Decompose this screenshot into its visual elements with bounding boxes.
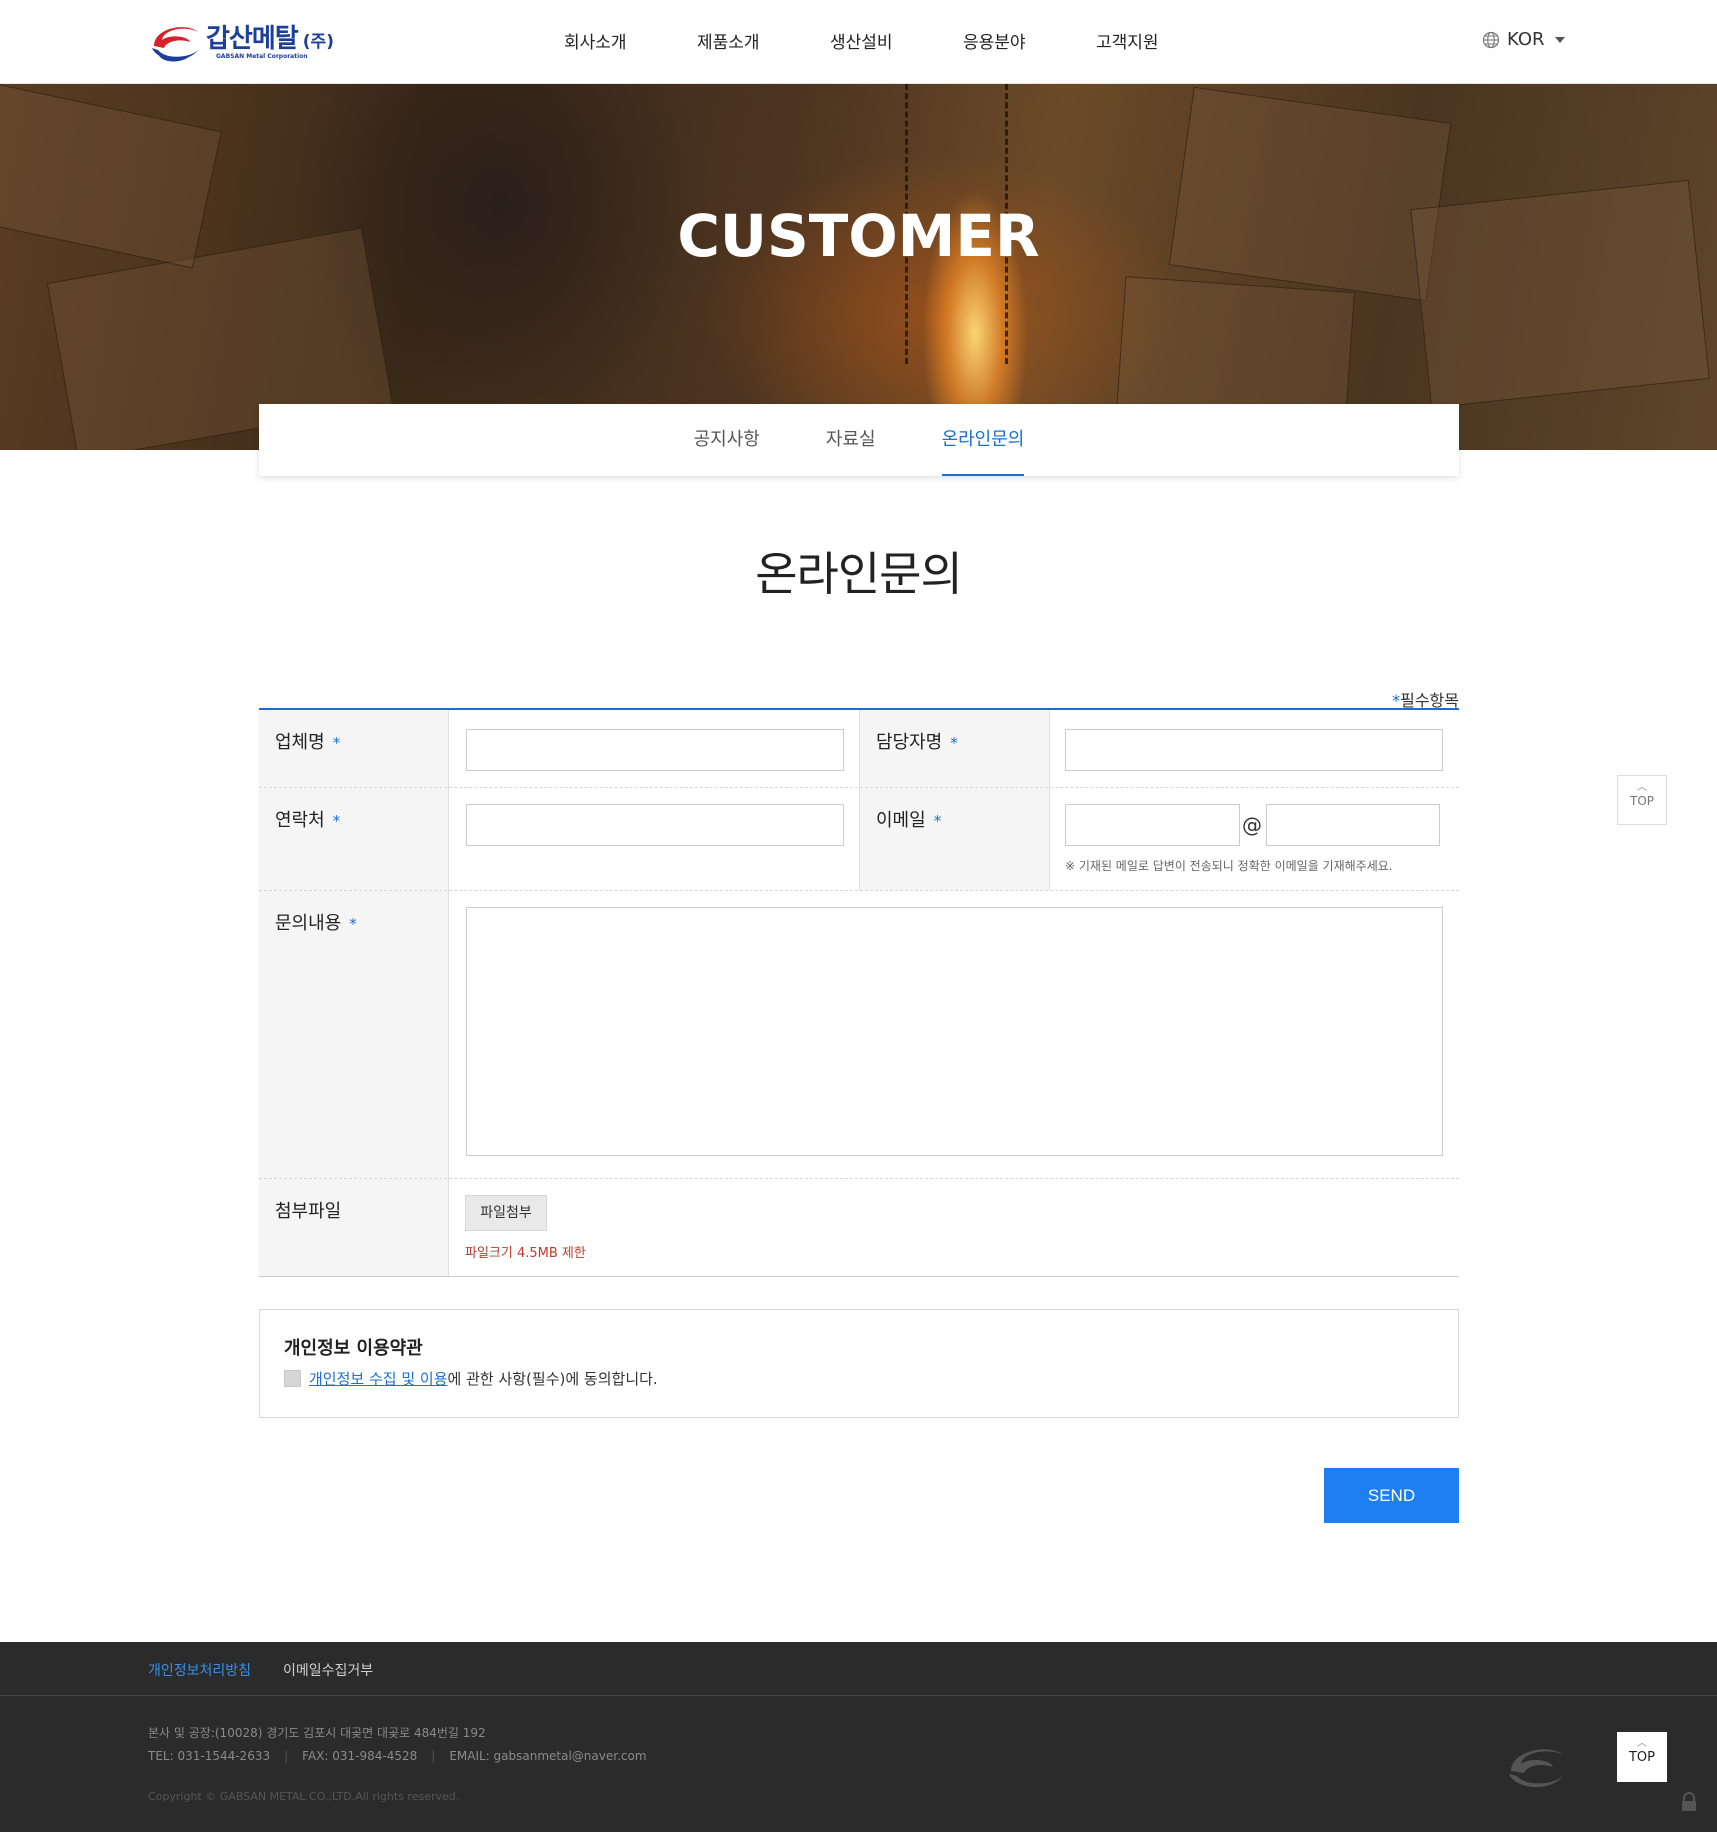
hero-title: CUSTOMER <box>677 202 1040 270</box>
required-star: * <box>349 915 357 933</box>
file-attach-button[interactable]: 파일첨부 <box>465 1195 547 1231</box>
nav-item-company[interactable]: 회사소개 <box>564 28 697 53</box>
tab-archive[interactable]: 자료실 <box>826 404 876 476</box>
footer-tel: TEL: 031-1544-2633 <box>148 1749 271 1763</box>
chevron-up-icon: ︿ <box>1637 1738 1647 1749</box>
content-label-cell: 문의내용 * <box>259 891 448 1178</box>
send-button[interactable]: SEND <box>1324 1468 1459 1523</box>
file-label: 첨부파일 <box>275 1201 342 1222</box>
footer-scroll-top-label: TOP <box>1628 1750 1655 1765</box>
lock-icon <box>1682 1792 1696 1811</box>
column-divider <box>1049 710 1050 890</box>
separator: | <box>431 1749 436 1763</box>
email-refusal-link[interactable]: 이메일수집거부 <box>283 1660 373 1680</box>
language-selector[interactable]: KOR <box>1482 29 1565 50</box>
footer-logo-icon <box>1509 1749 1563 1788</box>
email-label-cell: 이메일 * <box>860 788 1050 890</box>
footer-fax: FAX: 031-984-4528 <box>302 1749 418 1763</box>
privacy-consent-text: 개인정보 수집 및 이용에 관한 사항(필수)에 동의합니다. <box>309 1368 658 1389</box>
privacy-checkbox[interactable] <box>284 1370 301 1387</box>
manager-label-cell: 담당자명 * <box>860 710 1050 787</box>
logo-name: 갑산메탈 <box>206 23 299 54</box>
required-star: * <box>950 734 958 752</box>
tab-notice[interactable]: 공지사항 <box>694 404 760 476</box>
scroll-top-button[interactable]: ︿ TOP <box>1617 775 1667 825</box>
hero-banner: CUSTOMER <box>0 84 1717 450</box>
separator: | <box>284 1749 289 1763</box>
footer-copyright: Copyright © GABSAN METAL CO.,LTD.All rig… <box>148 1790 460 1803</box>
company-label-cell: 업체명 * <box>259 710 448 787</box>
column-divider <box>448 710 449 1276</box>
required-star: * <box>332 812 341 830</box>
company-logo[interactable]: 갑산메탈 (주) GABSAN Metal Corporation <box>148 17 338 67</box>
email-at-sign: @ <box>1242 813 1262 837</box>
column-divider <box>859 710 860 890</box>
main-nav: 회사소개 제품소개 생산설비 응용분야 고객지원 <box>564 28 1229 53</box>
logo-corp: (주) <box>302 31 334 52</box>
chevron-up-icon: ︿ <box>1637 782 1647 793</box>
nav-item-support[interactable]: 고객지원 <box>1096 28 1229 53</box>
privacy-title: 개인정보 이용약관 <box>284 1338 423 1359</box>
privacy-agreement-box: 개인정보 이용약관 개인정보 수집 및 이용에 관한 사항(필수)에 동의합니다… <box>259 1309 1459 1418</box>
privacy-policy-footer-link[interactable]: 개인정보처리방침 <box>148 1660 251 1680</box>
email-note: ※ 기재된 메일로 답변이 전송되니 정확한 이메일을 기재해주세요. <box>1065 859 1393 873</box>
privacy-policy-link[interactable]: 개인정보 수집 및 이용 <box>309 1370 448 1388</box>
required-star: * <box>933 812 942 830</box>
required-star: * <box>332 734 341 752</box>
privacy-consent-rest: 에 관한 사항(필수)에 동의합니다. <box>447 1370 658 1388</box>
logo-mark-icon <box>152 27 198 62</box>
file-size-note: 파일크기 4.5MB 제한 <box>465 1246 586 1261</box>
contact-input[interactable] <box>466 804 844 846</box>
email-domain-input[interactable] <box>1266 804 1440 846</box>
scroll-top-label: TOP <box>1629 794 1654 808</box>
footer-scroll-top-button[interactable]: ︿ TOP <box>1617 1732 1667 1782</box>
footer-contact: TEL: 031-1544-2633 | FAX: 031-984-4528 | EMA… <box>148 1749 647 1763</box>
contact-label-cell: 연락처 * <box>259 788 448 890</box>
site-header: 갑산메탈 (주) GABSAN Metal Corporation 회사소개 제… <box>0 0 1717 84</box>
globe-icon <box>1482 31 1500 48</box>
email-label: 이메일 <box>876 810 926 831</box>
language-label: KOR <box>1507 29 1545 50</box>
footer-links: 개인정보처리방침 이메일수집거부 <box>0 1642 1717 1696</box>
content-label: 문의내용 <box>275 913 342 934</box>
content-textarea[interactable] <box>466 907 1443 1156</box>
site-footer: 개인정보처리방침 이메일수집거부 본사 및 공장:(10028) 경기도 김포시… <box>0 1642 1717 1832</box>
nav-item-applications[interactable]: 응용분야 <box>963 28 1096 53</box>
company-input[interactable] <box>466 729 844 771</box>
footer-address: 본사 및 공장:(10028) 경기도 김포시 대곶면 대곶로 484번길 19… <box>148 1726 486 1740</box>
manager-label: 담당자명 <box>876 732 943 753</box>
logo-subtitle: GABSAN Metal Corporation <box>216 52 308 60</box>
form-bottom-border <box>259 1276 1459 1277</box>
contact-label: 연락처 <box>275 810 325 831</box>
page-title: 온라인문의 <box>755 547 963 601</box>
nav-item-products[interactable]: 제품소개 <box>697 28 830 53</box>
company-label: 업체명 <box>275 732 325 753</box>
manager-input[interactable] <box>1065 729 1443 771</box>
tab-online-inquiry[interactable]: 온라인문의 <box>941 404 1024 476</box>
caret-down-icon <box>1554 36 1565 43</box>
nav-item-facilities[interactable]: 생산설비 <box>830 28 963 53</box>
email-local-input[interactable] <box>1065 804 1240 846</box>
footer-email: EMAIL: gabsanmetal@naver.com <box>449 1749 647 1763</box>
file-label-cell: 첨부파일 <box>259 1179 448 1276</box>
sub-tabs: 공지사항 자료실 온라인문의 <box>259 404 1459 476</box>
